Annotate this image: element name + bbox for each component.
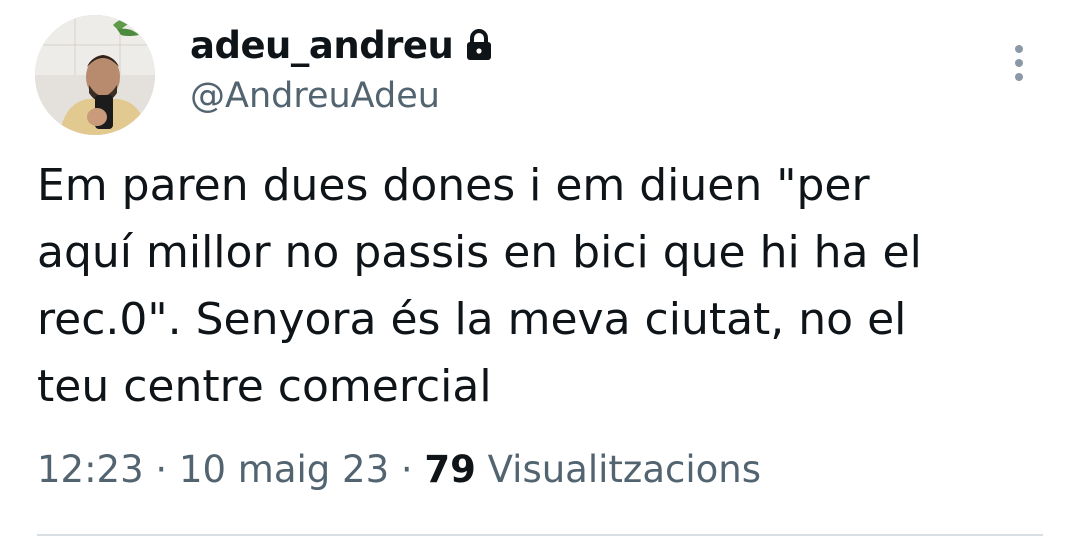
author-display-name[interactable]: adeu_andreu <box>190 24 454 67</box>
author-handle[interactable]: @AndreuAdeu <box>190 76 440 116</box>
divider <box>37 534 1043 536</box>
tweet-time[interactable]: 12:23 <box>37 448 144 491</box>
tweet-date[interactable]: 10 maig 23 <box>179 448 389 491</box>
author-name-row: adeu_andreu <box>190 20 493 70</box>
more-vertical-icon-dot <box>1015 59 1023 67</box>
more-vertical-icon-dot <box>1015 73 1023 81</box>
avatar[interactable] <box>35 15 155 135</box>
tweet-text-line: teu centre comercial <box>37 361 492 412</box>
tweet-text: Em paren dues dones i em diuen "per aquí… <box>37 152 1047 420</box>
tweet-text-line: rec.0". Senyora és la meva ciutat, no el <box>37 294 907 345</box>
views-label[interactable]: Visualitzacions <box>488 448 761 491</box>
lock-icon <box>465 28 493 62</box>
avatar-photo <box>35 15 155 135</box>
more-vertical-icon <box>1015 45 1023 53</box>
tweet-text-line: Em paren dues dones i em diuen "per <box>37 160 870 211</box>
views-count[interactable]: 79 <box>424 448 476 491</box>
tweet-text-line: aquí millor no passis en bici que hi ha … <box>37 227 922 278</box>
meta-separator: · <box>155 448 168 491</box>
tweet-metadata: 12:23 · 10 maig 23 · 79 Visualitzacions <box>37 448 761 491</box>
meta-separator: · <box>400 448 413 491</box>
more-options-button[interactable] <box>1004 40 1034 86</box>
